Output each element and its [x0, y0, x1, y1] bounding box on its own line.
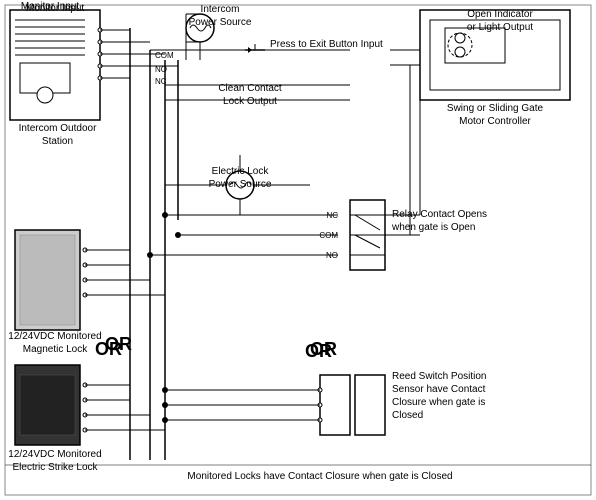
or-label-2: OR — [305, 340, 332, 363]
intercom-power-label: IntercomPower Source — [180, 3, 260, 29]
intercom-outdoor-label: Intercom OutdoorStation — [5, 122, 110, 148]
reed-switch-label: Reed Switch PositionSensor have ContactC… — [392, 370, 552, 422]
press-to-exit-label: Press to Exit Button Input — [270, 38, 390, 51]
wiring-diagram: Monitor Input COM NO NC — [0, 0, 596, 500]
open-indicator-label: Open Indicatoror Light Output — [445, 8, 555, 34]
electric-strike-label: 12/24VDC MonitoredElectric Strike Lock — [5, 448, 105, 474]
magnetic-lock-label: 12/24VDC MonitoredMagnetic Lock — [5, 330, 105, 356]
relay-contact-label: Relay Contact Openswhen gate is Open — [392, 208, 532, 234]
or-label-1: OR — [95, 338, 122, 361]
svg-text:COM: COM — [155, 51, 174, 60]
monitored-locks-label: Monitored Locks have Contact Closure whe… — [145, 470, 495, 483]
svg-text:NO: NO — [155, 65, 167, 74]
electric-lock-power-label: Electric LockPower Source — [185, 165, 295, 191]
monitor-input-label: Monitor Input — [10, 2, 100, 15]
clean-contact-label: Clean ContactLock Output — [195, 82, 305, 108]
swing-gate-label: Swing or Sliding GateMotor Controller — [420, 102, 570, 128]
